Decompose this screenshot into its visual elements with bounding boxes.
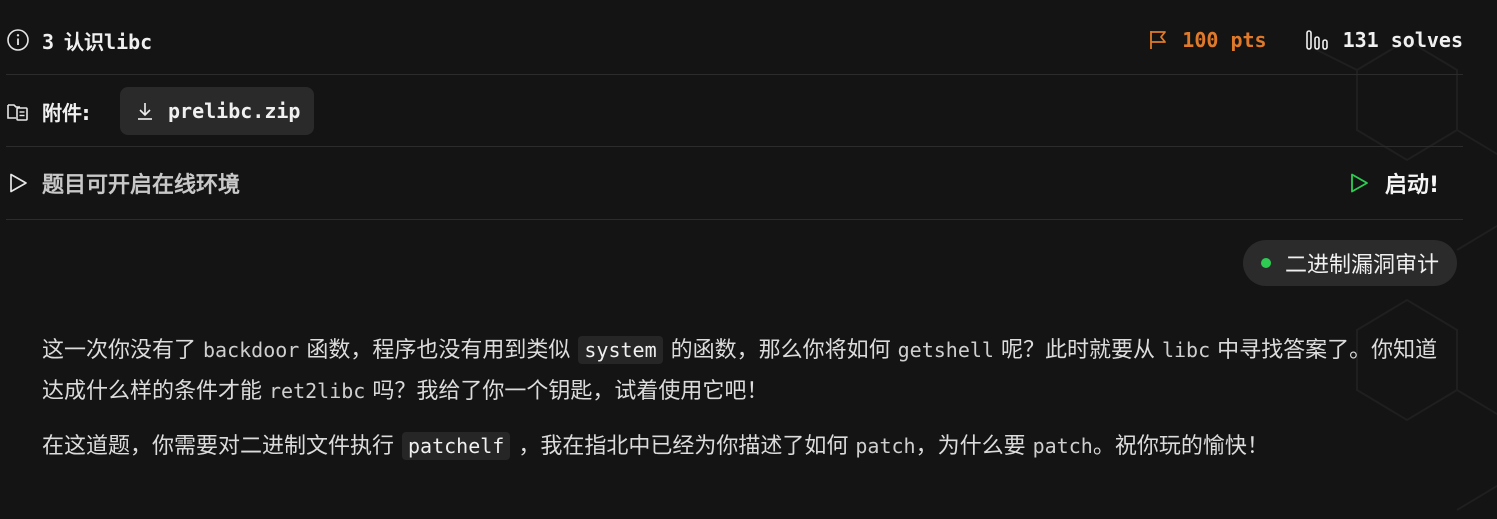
- download-attachment-button[interactable]: prelibc.zip: [120, 87, 315, 135]
- text-segment: 。祝你玩的愉快！: [1092, 434, 1269, 459]
- attachment-label: 附件:: [42, 100, 90, 125]
- category-tag-label: 二进制漏洞审计: [1284, 253, 1439, 278]
- text-segment: 吗？我给了你一个钥匙，试着使用它吧！: [372, 379, 769, 404]
- inline-code: libc: [1161, 338, 1211, 362]
- play-icon: [6, 171, 30, 195]
- flag-icon: [1146, 28, 1170, 52]
- description-paragraph-2: 在这道题，你需要对二进制文件执行 patchelf ，我在指北中已经为你描述了如何 …: [42, 426, 1442, 467]
- challenge-header: 3 认识libc 100 pts 131 solves: [6, 20, 1463, 60]
- challenge-panel: 3 认识libc 100 pts 131 solves 附件: prelibc.…: [0, 0, 1497, 519]
- text-segment: 函数，程序也没有用到类似: [306, 338, 571, 363]
- challenge-title: 3 认识libc: [42, 26, 152, 55]
- attachment-file-name: prelibc.zip: [168, 99, 301, 123]
- code-snippet: patchelf: [402, 432, 511, 460]
- text-segment: 呢？此时就要从: [1000, 338, 1155, 363]
- info-circle-icon: [6, 28, 30, 52]
- folder-file-icon: [6, 99, 30, 123]
- text-segment: 的函数，那么你将如何: [670, 338, 891, 363]
- bar-chart-icon: [1305, 28, 1331, 52]
- text-segment: 这一次你没有了: [42, 338, 197, 363]
- challenge-number: 3: [42, 29, 55, 54]
- text-segment: ，我在指北中已经为你描述了如何: [518, 434, 849, 459]
- inline-code: backdoor: [203, 338, 300, 362]
- text-segment: 在这道题，你需要对二进制文件执行: [42, 434, 395, 459]
- divider: [6, 219, 1463, 220]
- solves-display: 131 solves: [1305, 28, 1463, 52]
- challenge-name: 认识libc: [64, 29, 153, 54]
- code-snippet: system: [578, 336, 663, 364]
- points-display: 100 pts: [1146, 28, 1267, 52]
- solves-value: 131 solves: [1342, 28, 1463, 52]
- divider: [6, 146, 1463, 147]
- description-paragraph-1: 这一次你没有了 backdoor 函数，程序也没有用到类似 system 的函数，那…: [42, 330, 1442, 412]
- inline-code: patch: [855, 434, 916, 458]
- status-dot: [1260, 258, 1271, 268]
- launch-label: 启动!: [1384, 173, 1439, 198]
- environment-text: 题目可开启在线环境: [42, 173, 241, 198]
- category-tag[interactable]: 二进制漏洞审计: [1242, 240, 1457, 286]
- environment-row: 题目可开启在线环境 启动!: [6, 163, 1463, 203]
- divider: [6, 74, 1463, 75]
- play-icon: [1347, 171, 1371, 195]
- launch-environment-button[interactable]: 启动!: [1347, 167, 1439, 199]
- inline-code: patch: [1032, 434, 1093, 458]
- text-segment: ，为什么要: [915, 434, 1026, 459]
- attachment-row: 附件: prelibc.zip: [6, 86, 1463, 136]
- points-value: 100 pts: [1182, 28, 1267, 52]
- challenge-description: 这一次你没有了 backdoor 函数，程序也没有用到类似 system 的函数，那…: [42, 330, 1442, 481]
- inline-code: ret2libc: [269, 379, 366, 403]
- inline-code: getshell: [897, 338, 994, 362]
- download-icon: [134, 100, 156, 122]
